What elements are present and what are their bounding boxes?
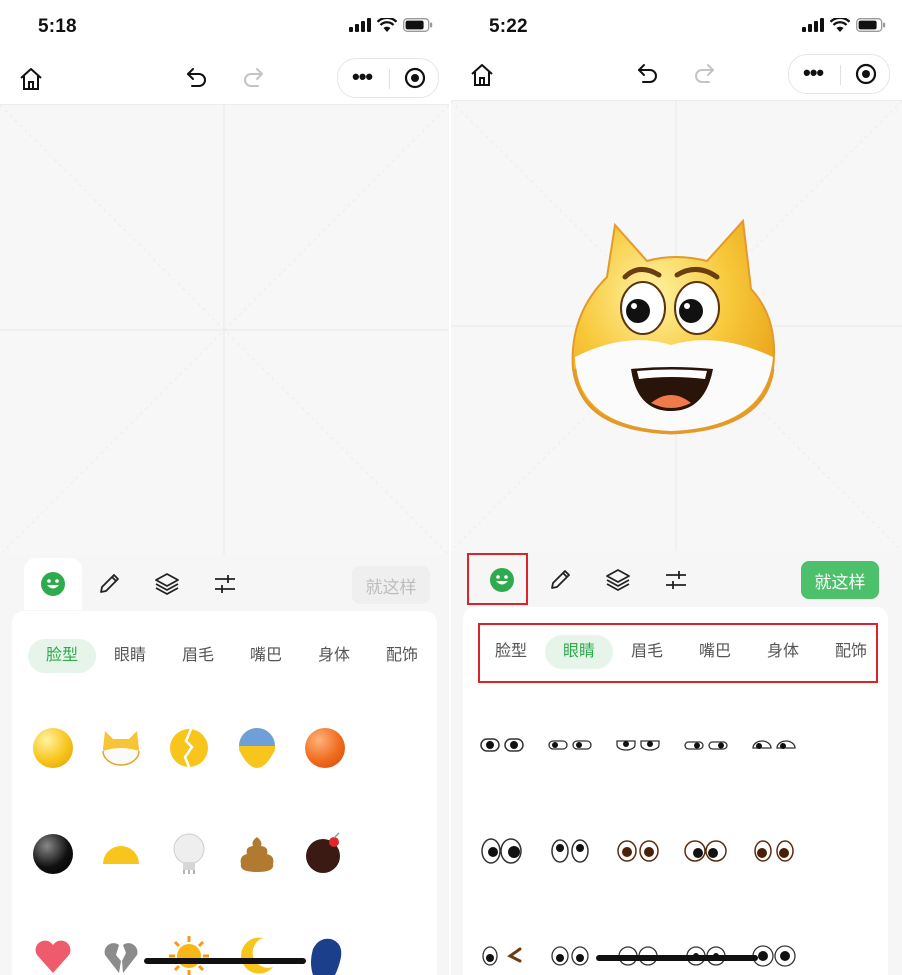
eyes-style-7[interactable]	[545, 833, 595, 869]
category-tab-eyes[interactable]: 眼睛	[96, 639, 164, 673]
asset-panel: 脸型 眼睛 眉毛 嘴巴 身体 配饰	[12, 611, 437, 975]
redo-icon	[695, 64, 714, 83]
eyes-style-10[interactable]	[749, 833, 799, 869]
layers-icon	[155, 573, 179, 595]
capsule-divider	[840, 65, 841, 85]
category-tab-accessories[interactable]: 配饰	[368, 639, 436, 673]
eyes-style-4[interactable]	[681, 731, 731, 759]
layers-icon	[606, 569, 630, 591]
category-tabs: 脸型 眼睛 眉毛 嘴巴 身体 配饰	[12, 639, 437, 675]
face-tab-icon	[41, 572, 65, 596]
highlight-face-tab	[467, 553, 528, 605]
status-icons	[802, 18, 886, 32]
yellow-circle-face[interactable]	[28, 723, 78, 773]
cracked-yellow-face[interactable]	[164, 723, 214, 773]
pencil-icon	[551, 570, 570, 589]
eyes-style-6[interactable]	[477, 833, 527, 869]
capsule-divider	[389, 69, 390, 89]
home-indicator	[596, 955, 758, 961]
tab-layers[interactable]	[589, 554, 647, 606]
nav-bar: •••	[0, 50, 449, 105]
orange-circle-face[interactable]	[300, 723, 350, 773]
status-icons	[349, 18, 433, 32]
nav-bar: •••	[451, 46, 902, 101]
tab-face[interactable]	[24, 558, 82, 610]
tab-adjust[interactable]	[647, 554, 705, 606]
more-dots-icon[interactable]: •••	[352, 66, 373, 88]
edit-toolbar: 就这样	[0, 558, 449, 614]
eyes-style-9[interactable]	[681, 833, 731, 869]
tab-adjust[interactable]	[196, 558, 254, 610]
black-circle-face[interactable]	[28, 829, 78, 879]
done-button[interactable]: 就这样	[352, 566, 430, 604]
cat-head-face[interactable]	[96, 723, 146, 773]
lightbulb-face[interactable]	[164, 829, 214, 879]
redo-icon	[244, 68, 263, 87]
home-indicator	[144, 958, 306, 964]
phone-screen-right: 5:22 ••• 就这样 脸型 眼睛 眉毛 嘴巴 身体 配饰	[451, 0, 902, 975]
eyes-style-3[interactable]	[613, 731, 663, 759]
sliders-icon	[666, 571, 686, 589]
wifi-icon	[377, 18, 397, 32]
highlight-category-tabs	[478, 623, 878, 683]
more-dots-icon[interactable]: •••	[803, 62, 824, 84]
target-circle-icon[interactable]	[404, 67, 426, 89]
eyes-style-8[interactable]	[613, 833, 663, 869]
status-time: 5:22	[489, 16, 528, 37]
canvas-guides	[0, 104, 449, 556]
status-bar: 5:18	[0, 0, 449, 50]
status-time: 5:18	[38, 16, 77, 37]
eyes-style-1[interactable]	[477, 731, 527, 759]
eyes-style-2[interactable]	[545, 731, 595, 759]
eyes-style-11[interactable]	[477, 941, 527, 971]
emoji-canvas[interactable]	[0, 104, 449, 556]
sliders-icon	[215, 575, 235, 593]
broken-heart-face[interactable]	[96, 931, 146, 975]
heart-face[interactable]	[28, 931, 78, 975]
phone-screen-left: 5:18 ••• 就这样 脸型 眼睛 眉毛 嘴巴 身体 配饰	[0, 0, 449, 975]
emoji-canvas[interactable]	[451, 100, 902, 552]
undo-icon[interactable]	[635, 60, 661, 86]
miniapp-capsule: •••	[337, 58, 439, 98]
category-tab-mouth[interactable]: 嘴巴	[232, 639, 300, 673]
done-button[interactable]: 就这样	[801, 561, 879, 599]
tab-layers[interactable]	[138, 558, 196, 610]
blue-head-face[interactable]	[300, 931, 350, 975]
signal-icon	[802, 18, 824, 32]
home-icon[interactable]	[469, 62, 495, 88]
poop-face[interactable]	[232, 829, 282, 879]
status-bar: 5:22	[451, 0, 902, 50]
cat-face-emoji[interactable]	[567, 219, 783, 439]
eyes-style-5[interactable]	[749, 731, 799, 759]
bomb-face[interactable]	[300, 829, 350, 879]
miniapp-capsule: •••	[788, 54, 890, 94]
blue-yellow-face[interactable]	[232, 723, 282, 773]
category-tab-face[interactable]: 脸型	[28, 639, 96, 673]
sun-face[interactable]	[164, 931, 214, 975]
eyes-style-12[interactable]	[545, 941, 595, 971]
home-icon[interactable]	[18, 66, 44, 92]
half-yellow-face[interactable]	[96, 829, 146, 879]
undo-icon[interactable]	[184, 64, 210, 90]
category-tab-body[interactable]: 身体	[300, 639, 368, 673]
tab-pencil[interactable]	[531, 554, 589, 606]
battery-icon	[856, 18, 886, 32]
category-tab-eyebrows[interactable]: 眉毛	[164, 639, 232, 673]
moon-face[interactable]	[232, 931, 282, 975]
battery-icon	[403, 18, 433, 32]
wifi-icon	[830, 18, 850, 32]
signal-icon	[349, 18, 371, 32]
pencil-icon	[100, 574, 119, 593]
tab-pencil[interactable]	[80, 558, 138, 610]
target-circle-icon[interactable]	[855, 63, 877, 85]
